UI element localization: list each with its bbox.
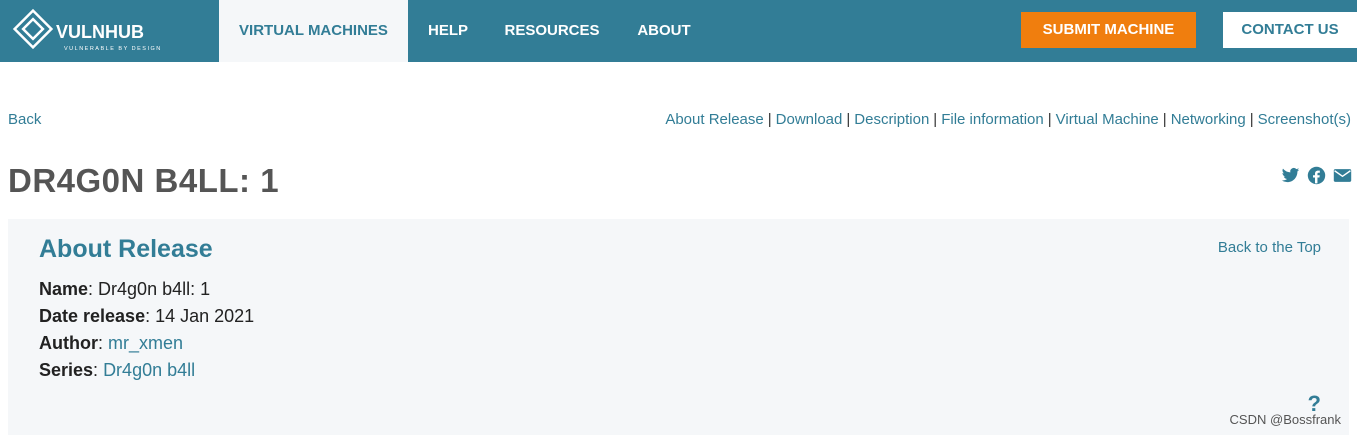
vulnhub-logo[interactable]: VULNHUB VULNERABLE BY DESIGN: [12, 8, 177, 54]
email-icon[interactable]: [1333, 166, 1352, 185]
back-to-top-link[interactable]: Back to the Top: [1218, 239, 1321, 256]
info-value: 14 Jan 2021: [155, 306, 255, 326]
twitter-icon[interactable]: [1281, 166, 1300, 185]
info-label: Name: [39, 279, 89, 299]
release-info: Name: Dr4g0n b4ll: 1 Date release: 14 Ja…: [39, 276, 254, 384]
link-description[interactable]: Description: [854, 111, 929, 128]
facebook-icon[interactable]: [1307, 166, 1326, 185]
link-about-release[interactable]: About Release: [665, 111, 763, 128]
link-separator: |: [933, 111, 938, 128]
nav-help[interactable]: HELP: [416, 0, 480, 62]
info-row-date: Date release: 14 Jan 2021: [39, 306, 255, 326]
link-screenshots[interactable]: Screenshot(s): [1258, 111, 1351, 128]
nav-virtual-machines[interactable]: VIRTUAL MACHINES: [219, 0, 408, 62]
info-label: Series: [39, 360, 94, 380]
author-link[interactable]: mr_xmen: [108, 333, 183, 353]
info-row-name: Name: Dr4g0n b4ll: 1: [39, 279, 211, 299]
link-virtual-machine[interactable]: Virtual Machine: [1056, 111, 1159, 128]
section-heading-about-release: About Release: [39, 235, 213, 263]
about-release-panel: About Release Back to the Top Name: Dr4g…: [8, 219, 1349, 435]
link-separator: |: [767, 111, 772, 128]
page-title: DR4G0N B4LL: 1: [8, 162, 280, 199]
link-networking[interactable]: Networking: [1171, 111, 1246, 128]
logo-text: VULNHUB: [56, 22, 144, 42]
link-separator: |: [1162, 111, 1167, 128]
link-file-information[interactable]: File information: [941, 111, 1044, 128]
info-row-series: Series: Dr4g0n b4ll: [39, 360, 196, 380]
series-link[interactable]: Dr4g0n b4ll: [103, 360, 195, 380]
watermark: CSDN @Bossfrank: [1229, 412, 1341, 427]
nav-about[interactable]: ABOUT: [624, 0, 704, 62]
info-row-author: Author: mr_xmen: [39, 333, 184, 353]
link-separator: |: [846, 111, 851, 128]
section-nav-links: About Release | Download | Description | File …: [665, 111, 1351, 128]
link-download[interactable]: Download: [776, 111, 843, 128]
submit-machine-button[interactable]: SUBMIT MACHINE: [1021, 12, 1196, 48]
info-value: Dr4g0n b4ll: 1: [98, 279, 211, 299]
info-label: Date release: [39, 306, 146, 326]
nav-resources[interactable]: RESOURCES: [496, 0, 608, 62]
logo-mark-icon: [12, 8, 54, 50]
share-icons: [1281, 166, 1352, 185]
top-navbar: VULNHUB VULNERABLE BY DESIGN VIRTUAL MAC…: [0, 0, 1357, 62]
back-link[interactable]: Back: [8, 111, 41, 128]
link-separator: |: [1047, 111, 1052, 128]
logo-tagline: VULNERABLE BY DESIGN: [64, 46, 162, 52]
info-label: Author: [39, 333, 98, 353]
link-separator: |: [1249, 111, 1254, 128]
contact-us-button[interactable]: CONTACT US: [1223, 12, 1357, 48]
